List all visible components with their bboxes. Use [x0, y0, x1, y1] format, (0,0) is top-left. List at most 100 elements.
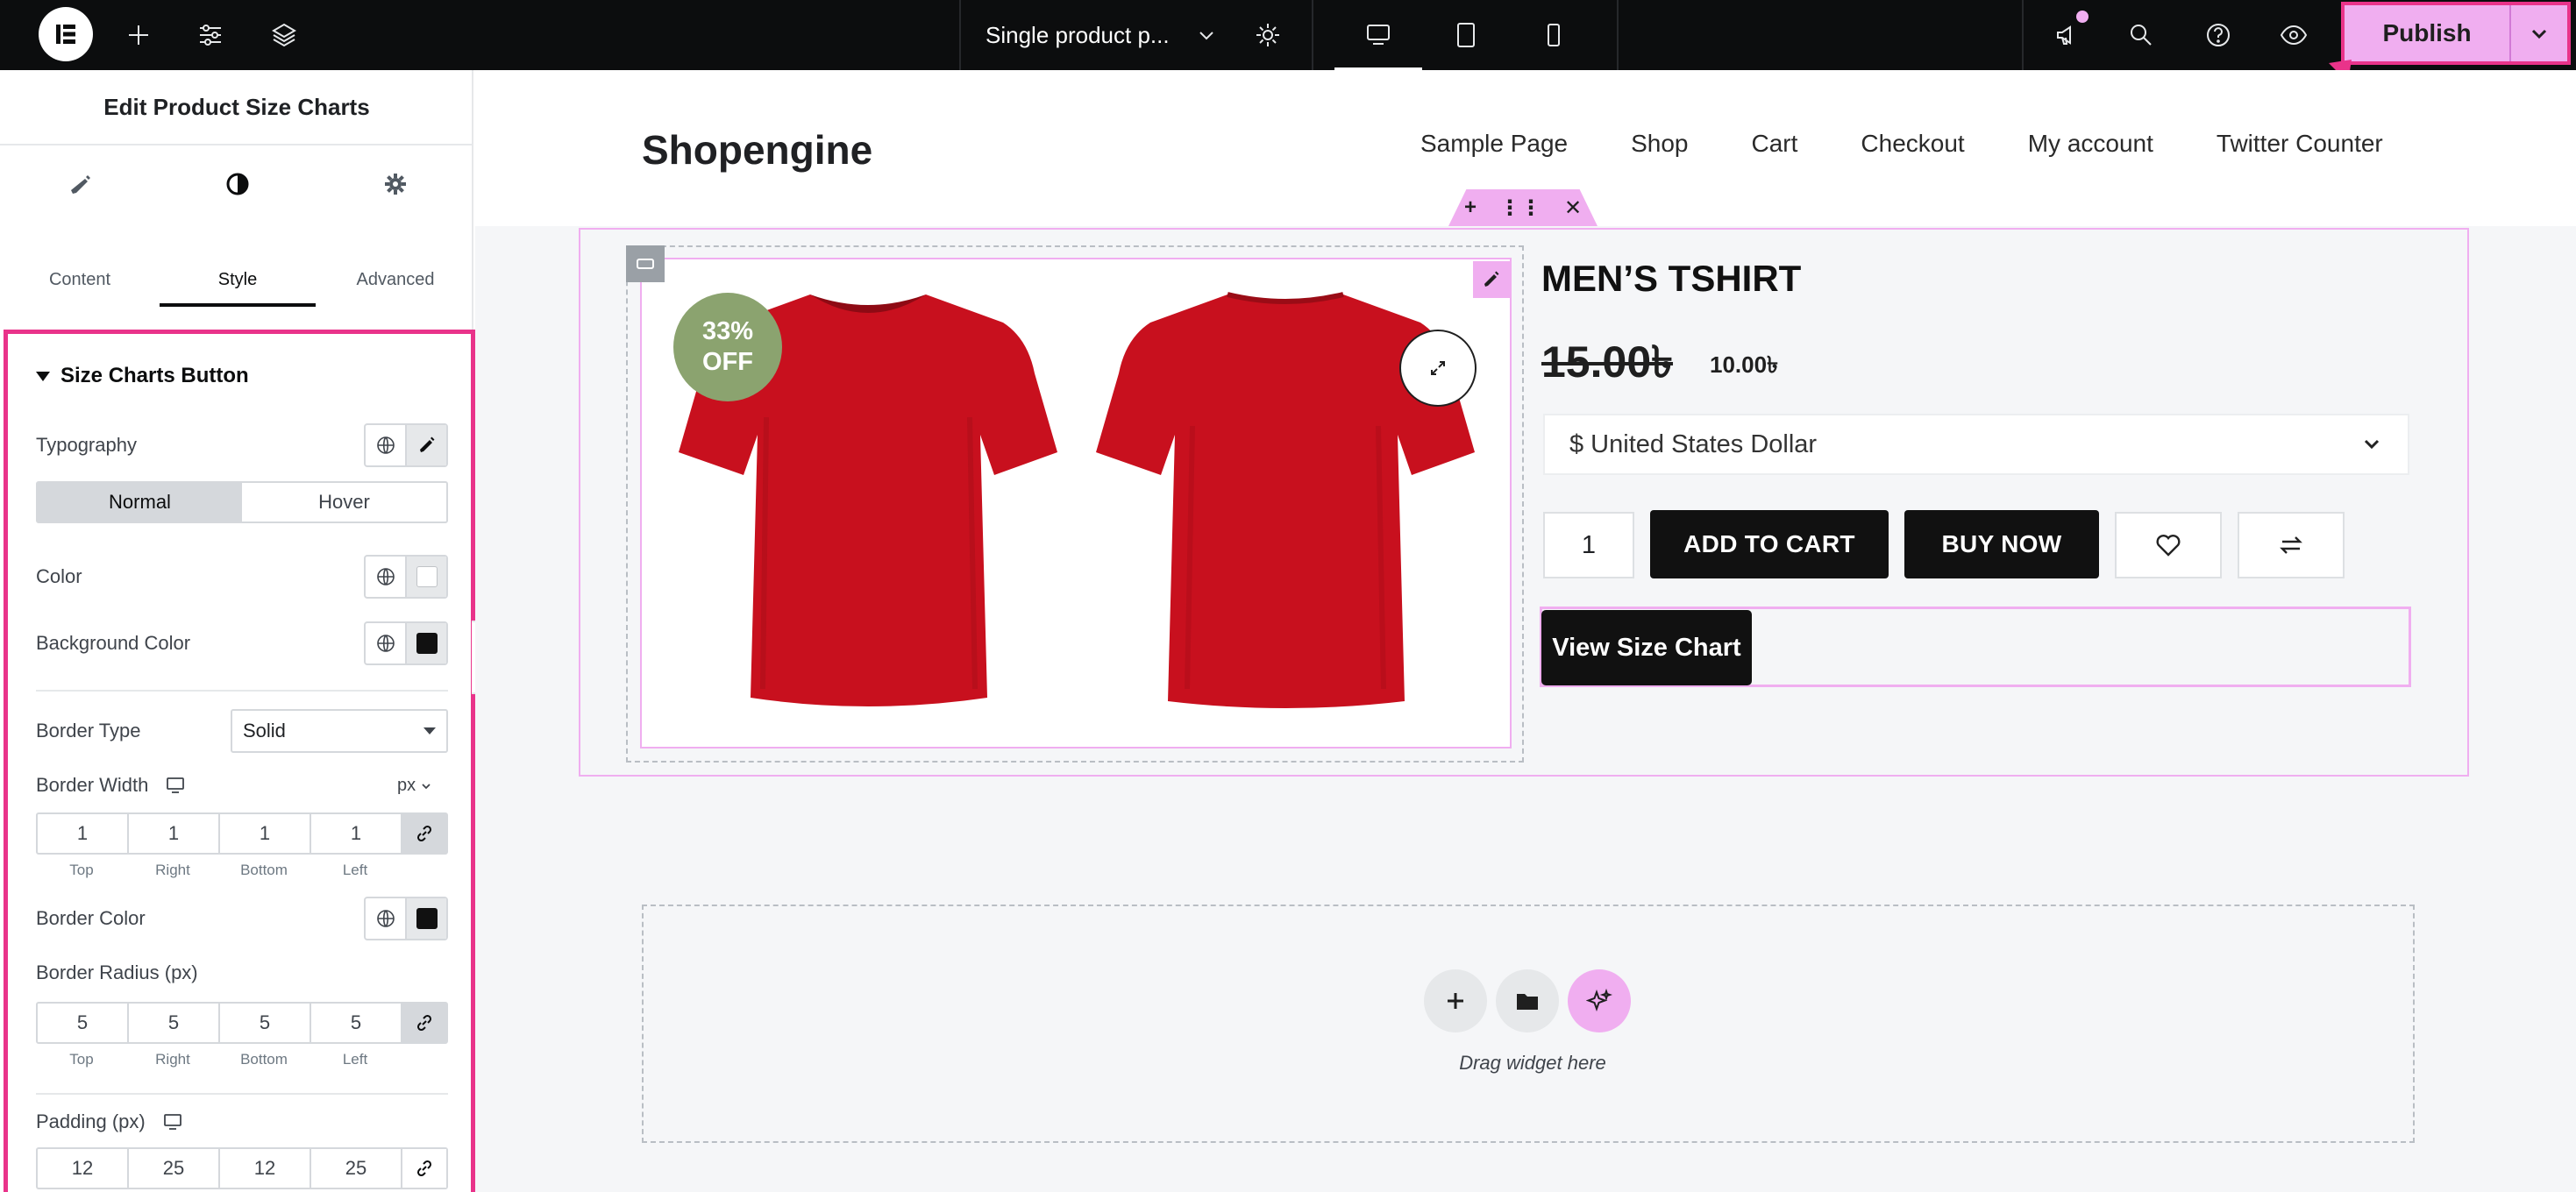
nav-item-my-account[interactable]: My account [2028, 130, 2153, 158]
state-toggle: Normal Hover [36, 481, 448, 523]
mobile-view-icon[interactable] [1529, 16, 1578, 54]
tab-advanced[interactable]: Advanced [317, 145, 473, 307]
help-icon[interactable] [2199, 16, 2238, 54]
color-control [364, 555, 448, 599]
add-section-plus-icon[interactable] [1424, 969, 1487, 1032]
nav-item-shop[interactable]: Shop [1631, 130, 1688, 158]
nav-item-sample-page[interactable]: Sample Page [1420, 130, 1568, 158]
publish-button[interactable]: Publish [2345, 5, 2511, 61]
color-swatch[interactable] [405, 557, 446, 597]
border-width-right-input[interactable]: 1 [129, 814, 220, 853]
background-color-swatch[interactable] [405, 623, 446, 663]
zoom-expand-icon[interactable] [1399, 330, 1477, 407]
edit-pencil-icon[interactable] [405, 425, 446, 465]
border-radius-bottom-input[interactable]: 5 [220, 1004, 311, 1042]
padding-label: Padding (px) [36, 1110, 146, 1132]
ai-sparkle-icon[interactable] [1568, 969, 1631, 1032]
padding-bottom-input[interactable]: 12 [220, 1149, 311, 1188]
padding-left-input[interactable]: 25 [311, 1149, 402, 1188]
unit-select[interactable]: px [397, 776, 431, 796]
border-color-label: Border Color [36, 907, 146, 929]
buy-now-button[interactable]: BUY NOW [1904, 510, 2099, 578]
border-width-label: Border Width [36, 774, 149, 796]
padding-right-input[interactable]: 25 [129, 1149, 220, 1188]
border-type-select[interactable]: Solid [231, 709, 448, 753]
notification-dot [2076, 11, 2089, 23]
add-section-icon[interactable]: + [1464, 195, 1477, 220]
desktop-icon[interactable] [163, 1113, 182, 1131]
nav-item-checkout[interactable]: Checkout [1861, 130, 1964, 158]
close-icon[interactable]: ✕ [1564, 195, 1582, 221]
normal-tab[interactable]: Normal [38, 483, 242, 522]
wishlist-heart-icon[interactable] [2115, 512, 2222, 578]
panel-title: Edit Product Size Charts [0, 70, 473, 145]
discount-badge: 33% OFF [673, 293, 782, 401]
border-color-swatch[interactable] [405, 898, 446, 939]
template-library-folder-icon[interactable] [1496, 969, 1559, 1032]
globe-icon[interactable] [366, 898, 405, 939]
dim-label-top: Top [69, 862, 94, 878]
link-values-icon[interactable] [402, 1149, 446, 1188]
link-values-icon[interactable] [402, 814, 446, 853]
dim-label-bottom: Bottom [240, 862, 288, 878]
chevron-down-icon [422, 783, 431, 789]
border-width-top-input[interactable]: 1 [38, 814, 129, 853]
regular-price: 15.00৳ [1541, 337, 1674, 387]
caret-down-icon [423, 727, 436, 734]
elementor-logo-icon[interactable] [39, 7, 93, 61]
border-width-left-input[interactable]: 1 [311, 814, 402, 853]
link-values-icon[interactable] [402, 1004, 446, 1042]
chevron-down-icon [2364, 439, 2380, 450]
editor-panel: Edit Product Size Charts Content Style A… [0, 70, 475, 1192]
chevron-down-icon[interactable] [2511, 5, 2567, 61]
add-to-cart-button[interactable]: ADD TO CART [1650, 510, 1889, 578]
globe-icon[interactable] [366, 425, 405, 465]
compare-arrows-icon[interactable] [2238, 512, 2345, 578]
desktop-view-icon[interactable] [1334, 0, 1422, 70]
hover-tab[interactable]: Hover [242, 483, 446, 522]
dimension-labels: Top Right Bottom Left [36, 862, 404, 879]
section-header[interactable]: Size Charts Button [36, 364, 249, 388]
border-width-bottom-input[interactable]: 1 [220, 814, 311, 853]
padding-label-row: Padding (px) [36, 1110, 182, 1133]
tab-label: Style [217, 270, 258, 289]
color-swatch-black [416, 633, 438, 654]
currency-select[interactable]: $ United States Dollar [1543, 414, 2409, 475]
drag-handle-icon[interactable]: ⋮⋮ [1499, 195, 1541, 221]
tab-content[interactable]: Content [2, 145, 158, 307]
column-handle-icon[interactable] [626, 245, 665, 282]
add-element-icon[interactable] [119, 16, 158, 54]
tablet-view-icon[interactable] [1441, 16, 1491, 54]
border-radius-top-input[interactable]: 5 [38, 1004, 129, 1042]
preview-eye-icon[interactable] [2274, 16, 2313, 54]
nav-item-twitter-counter[interactable]: Twitter Counter [2217, 130, 2383, 158]
border-radius-left-input[interactable]: 5 [311, 1004, 402, 1042]
pencil-icon [66, 170, 94, 202]
dim-label-right: Right [155, 1051, 190, 1068]
dim-label-bottom: Bottom [240, 1051, 288, 1068]
divider [1312, 0, 1313, 70]
chevron-down-icon[interactable] [1187, 16, 1226, 54]
tab-style[interactable]: Style [160, 145, 316, 307]
desktop-icon[interactable] [166, 777, 185, 794]
nav-item-cart[interactable]: Cart [1752, 130, 1798, 158]
globe-icon[interactable] [366, 557, 405, 597]
padding-top-input[interactable]: 12 [38, 1149, 129, 1188]
view-size-chart-button[interactable]: View Size Chart [1541, 610, 1752, 685]
tab-label: Content [48, 270, 111, 289]
quantity-input[interactable]: 1 [1543, 512, 1634, 578]
search-icon[interactable] [2122, 16, 2160, 54]
section-handle: + ⋮⋮ ✕ [1448, 189, 1598, 226]
document-title[interactable]: Single product p... [986, 0, 1170, 70]
structure-layers-icon[interactable] [265, 16, 303, 54]
edit-widget-pencil-icon[interactable] [1473, 261, 1510, 298]
product-title: MEN’S TSHIRT [1541, 258, 1802, 299]
site-settings-sliders-icon[interactable] [191, 16, 230, 54]
globe-icon[interactable] [366, 623, 405, 663]
border-radius-right-input[interactable]: 5 [129, 1004, 220, 1042]
top-bar: Single product p... Publish [0, 0, 2576, 70]
site-brand[interactable]: Shopengine [642, 126, 872, 174]
badge-percent: 33% [701, 317, 754, 346]
size-charts-button-section: Size Charts Button Typography Normal Hov… [4, 330, 475, 1192]
page-settings-gear-icon[interactable] [1249, 16, 1287, 54]
